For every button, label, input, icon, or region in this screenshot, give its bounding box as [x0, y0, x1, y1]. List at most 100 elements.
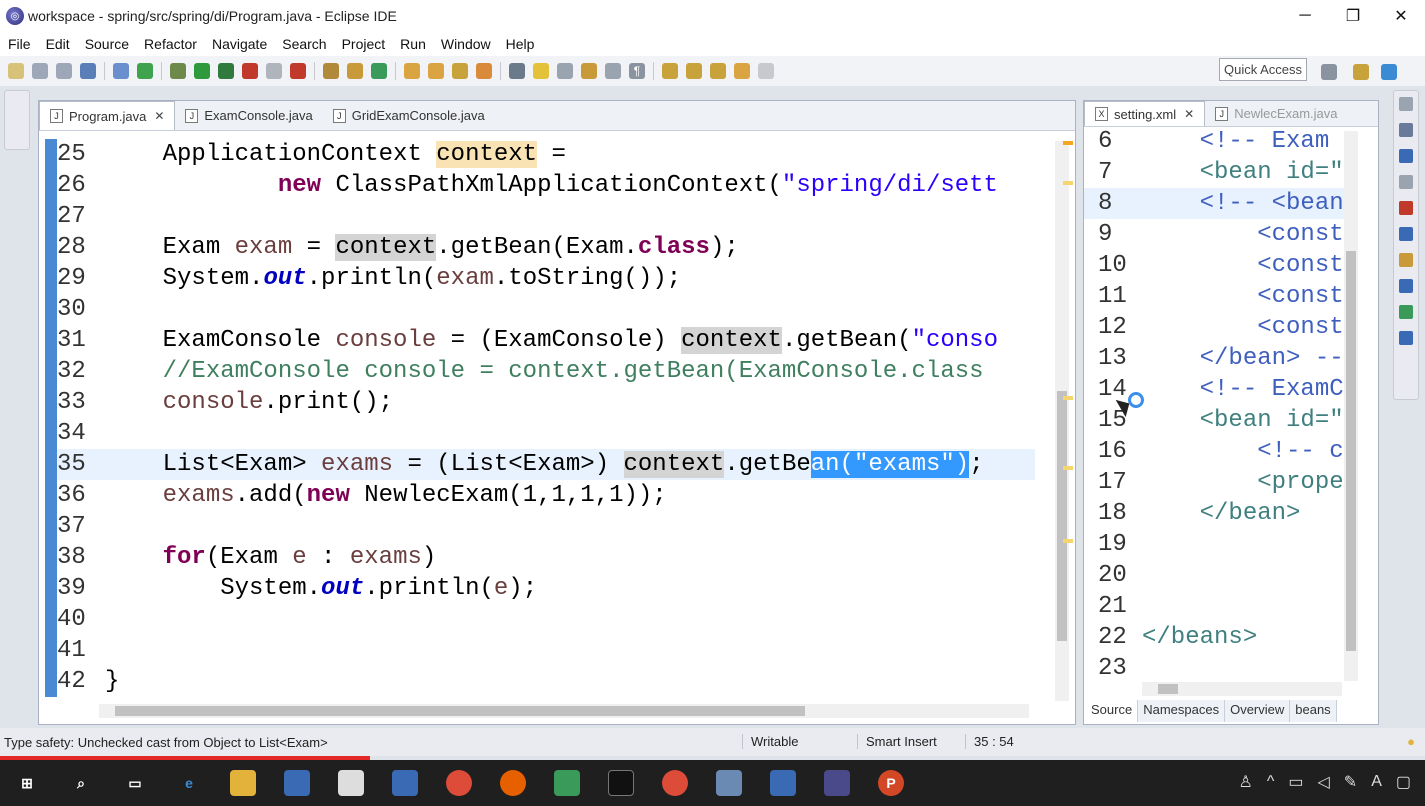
javadoc-icon[interactable] [1399, 227, 1413, 241]
pilcrow-icon[interactable]: ¶ [629, 63, 645, 79]
network-icon[interactable]: ▭ [1288, 772, 1303, 792]
save-icon[interactable] [32, 63, 48, 79]
restore-icon[interactable] [1399, 175, 1413, 189]
java-ee-perspective-icon[interactable] [1353, 64, 1369, 80]
menu-window[interactable]: Window [441, 36, 491, 52]
scroll-thumb[interactable] [1057, 391, 1067, 641]
tab-namespaces[interactable]: Namespaces [1138, 700, 1226, 722]
scroll-thumb[interactable] [115, 706, 805, 716]
pen-icon[interactable]: ✎ [1344, 772, 1357, 792]
notification-icon[interactable]: ▢ [1396, 772, 1411, 792]
next-annotation-icon[interactable] [662, 63, 678, 79]
coverage-icon[interactable] [218, 63, 234, 79]
highlight-icon[interactable] [533, 63, 549, 79]
editor-horizontal-scrollbar[interactable] [99, 704, 1029, 718]
editor-vertical-scrollbar[interactable] [1055, 141, 1069, 701]
tab-overview[interactable]: Overview [1225, 700, 1291, 722]
scroll-thumb[interactable] [1158, 684, 1178, 694]
declaration-icon[interactable] [1399, 253, 1413, 267]
tab-gridexamconsole-java[interactable]: J GridExamConsole.java [323, 101, 495, 130]
open-folder-icon[interactable] [476, 63, 492, 79]
menu-project[interactable]: Project [342, 36, 386, 52]
data-source-icon[interactable] [1399, 331, 1413, 345]
close-button[interactable]: ✕ [1377, 0, 1425, 32]
open-task-icon[interactable] [428, 63, 444, 79]
code-text-area[interactable]: 25 ApplicationContext context = 26 new C… [45, 139, 1035, 699]
volume-icon[interactable]: ◁ [1317, 772, 1329, 792]
task-view-icon[interactable]: ▭ [122, 770, 148, 796]
xml-horizontal-scrollbar[interactable] [1142, 682, 1342, 696]
menu-refactor[interactable]: Refactor [144, 36, 197, 52]
problems-icon[interactable] [1399, 201, 1413, 215]
whitespace-icon[interactable] [605, 63, 621, 79]
overview-occurrence-marker[interactable] [1063, 466, 1073, 470]
menu-navigate[interactable]: Navigate [212, 36, 267, 52]
chrome-icon[interactable] [662, 770, 688, 796]
menu-search[interactable]: Search [282, 36, 326, 52]
prev-annotation-icon[interactable] [686, 63, 702, 79]
tab-newlecexam-java[interactable]: J NewlecExam.java [1205, 101, 1347, 126]
ime-icon[interactable]: A [1371, 773, 1382, 791]
toggle-mark-icon[interactable] [509, 63, 525, 79]
user-icon[interactable]: ♙ [1239, 772, 1253, 792]
quick-access-field[interactable]: Quick Access [1219, 58, 1307, 81]
task-list-icon[interactable] [1399, 149, 1413, 163]
notes-icon[interactable] [716, 770, 742, 796]
firefox-icon[interactable] [500, 770, 526, 796]
close-tab-icon[interactable]: ✕ [1184, 107, 1194, 121]
forward-icon[interactable] [758, 63, 774, 79]
restore-icon[interactable] [1399, 97, 1413, 111]
menu-run[interactable]: Run [400, 36, 426, 52]
powerpoint-icon[interactable]: P [878, 770, 904, 796]
store-icon[interactable] [284, 770, 310, 796]
search-icon[interactable]: ⌕ [68, 770, 94, 796]
menu-source[interactable]: Source [85, 36, 129, 52]
block-selection-icon[interactable] [581, 63, 597, 79]
tip-bulb-icon[interactable]: ● [1407, 734, 1415, 749]
overview-warning-marker[interactable] [1063, 141, 1073, 145]
last-edit-icon[interactable] [710, 63, 726, 79]
overview-occurrence-marker[interactable] [1063, 539, 1073, 543]
tab-examconsole-java[interactable]: J ExamConsole.java [175, 101, 322, 130]
close-tab-icon[interactable]: ✕ [154, 109, 164, 123]
annotation-icon[interactable] [557, 63, 573, 79]
network-app-icon[interactable] [392, 770, 418, 796]
run-icon[interactable] [194, 63, 210, 79]
xml-vertical-scrollbar[interactable] [1344, 131, 1358, 681]
overview-occurrence-marker[interactable] [1063, 181, 1073, 185]
media-app-icon[interactable] [554, 770, 580, 796]
edge-icon[interactable]: e [176, 770, 202, 796]
servers-icon[interactable] [1399, 305, 1413, 319]
java-perspective-icon[interactable] [1381, 64, 1397, 80]
tab-beans[interactable]: beans [1290, 700, 1337, 722]
right-trim-stack[interactable] [1393, 90, 1419, 400]
console-icon[interactable] [1399, 279, 1413, 293]
mail-icon[interactable] [338, 770, 364, 796]
maximize-button[interactable]: ❐ [1329, 0, 1377, 32]
outline-icon[interactable] [1399, 123, 1413, 137]
refresh-icon[interactable] [137, 63, 153, 79]
minimize-button[interactable]: ─ [1281, 0, 1329, 32]
debug-icon[interactable] [170, 63, 186, 79]
print-icon[interactable] [80, 63, 96, 79]
tab-source[interactable]: Source [1086, 700, 1139, 722]
chevron-up-icon[interactable]: ^ [1267, 773, 1275, 791]
file-explorer-icon[interactable] [230, 770, 256, 796]
overview-occurrence-marker[interactable] [1063, 396, 1073, 400]
external-tools-icon[interactable] [242, 63, 258, 79]
new-class-icon[interactable] [371, 63, 387, 79]
start-icon[interactable]: ⊞ [14, 770, 40, 796]
new-package-icon[interactable] [347, 63, 363, 79]
back-icon[interactable] [734, 63, 750, 79]
terminal-icon[interactable] [608, 770, 634, 796]
remote-desktop-icon[interactable] [770, 770, 796, 796]
open-type-icon[interactable] [404, 63, 420, 79]
left-trim-stack[interactable] [4, 90, 30, 150]
new-icon[interactable] [8, 63, 24, 79]
new-project-icon[interactable] [323, 63, 339, 79]
scroll-thumb[interactable] [1346, 251, 1356, 651]
tab-program-java[interactable]: J Program.java ✕ [39, 101, 176, 130]
stop-icon[interactable] [266, 63, 282, 79]
chrome-icon[interactable] [446, 770, 472, 796]
eclipse-task-icon[interactable] [824, 770, 850, 796]
